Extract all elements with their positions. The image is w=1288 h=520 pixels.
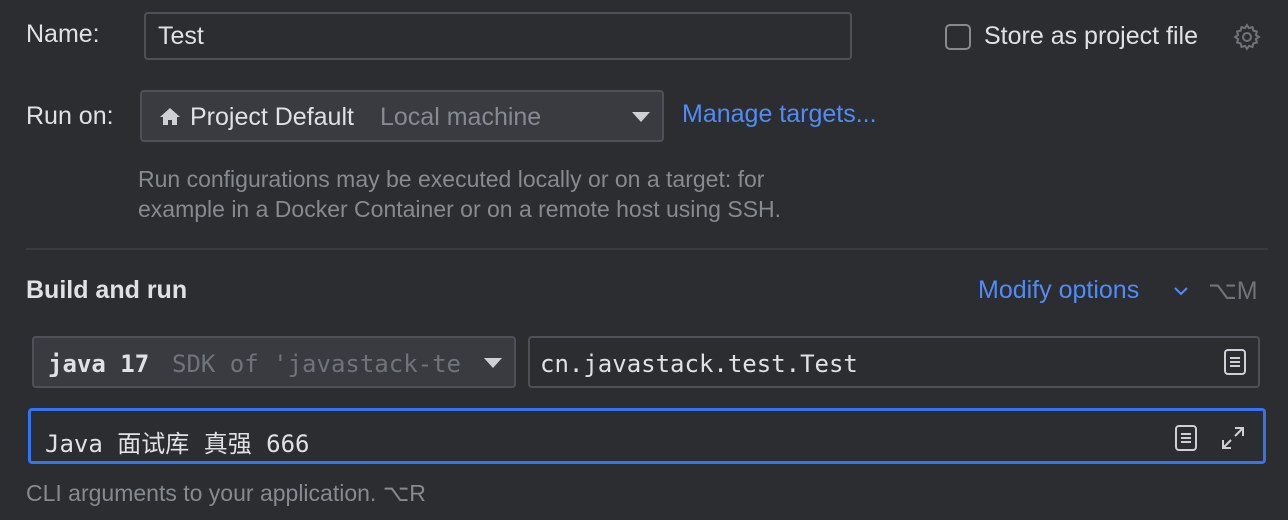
jdk-dropdown[interactable]: java 17 SDK of 'javastack-te: [32, 336, 516, 388]
build-and-run-title: Build and run: [26, 276, 188, 304]
main-class-value: cn.javastack.test.Test: [540, 350, 858, 378]
chevron-down-icon: [632, 112, 650, 122]
gear-icon[interactable]: [1232, 22, 1262, 52]
run-on-dropdown[interactable]: Project Default Local machine: [140, 90, 664, 142]
jdk-detail: SDK of 'javastack-te: [172, 350, 461, 378]
manage-targets-link[interactable]: Manage targets...: [682, 100, 877, 129]
jdk-selected: java 17: [48, 350, 150, 378]
run-on-hint-line1: Run configurations may be executed local…: [138, 166, 765, 192]
chevron-down-icon[interactable]: [1172, 282, 1190, 300]
name-label: Name:: [26, 20, 100, 48]
program-arguments-field[interactable]: Java 面试库 真强 666: [28, 408, 1266, 464]
run-on-selected: Project Default: [190, 103, 354, 131]
run-configuration-panel: Name: Store as project file Run on: Proj…: [0, 0, 1288, 520]
expand-icon[interactable]: [1219, 424, 1247, 452]
document-icon[interactable]: [1222, 348, 1248, 376]
name-input[interactable]: [144, 12, 852, 60]
section-separator: [26, 248, 1268, 250]
modify-options-link[interactable]: Modify options: [978, 276, 1139, 305]
store-as-project-file-label: Store as project file: [984, 22, 1198, 50]
run-on-hint-line2: example in a Docker Container or on a re…: [138, 196, 782, 222]
main-class-field[interactable]: cn.javastack.test.Test: [528, 336, 1260, 388]
modify-options-shortcut: ⌥M: [1208, 277, 1258, 305]
home-icon: [158, 105, 182, 129]
store-as-project-file-checkbox[interactable]: [945, 24, 971, 50]
run-on-selected-detail: Local machine: [380, 103, 542, 131]
program-arguments-hint: CLI arguments to your application. ⌥R: [26, 480, 426, 506]
run-on-label: Run on:: [26, 102, 114, 130]
chevron-down-icon: [484, 358, 502, 368]
program-arguments-value: Java 面试库 真强 666: [45, 430, 310, 458]
document-icon[interactable]: [1173, 424, 1199, 452]
